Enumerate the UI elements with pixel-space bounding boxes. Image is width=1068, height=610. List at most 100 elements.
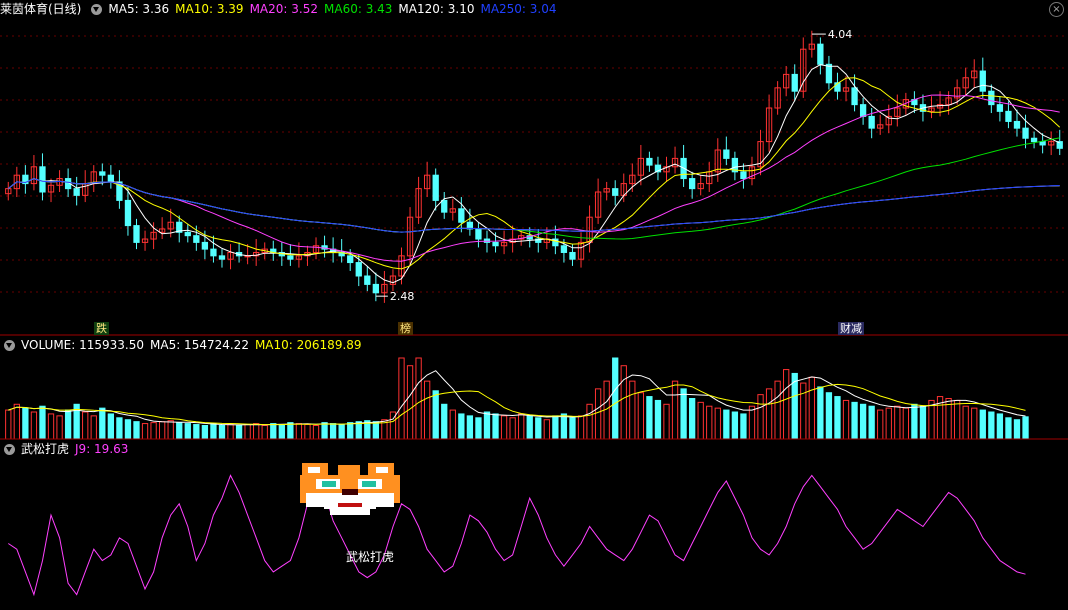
indicator-chart[interactable] xyxy=(0,440,1068,610)
volume-bar xyxy=(919,405,927,440)
volume-bar xyxy=(133,421,140,440)
volume-bar xyxy=(979,409,986,440)
volume-bar xyxy=(671,380,679,440)
volume-bar xyxy=(911,403,918,440)
tag-bang[interactable]: 榜 xyxy=(398,322,413,335)
volume-bar xyxy=(432,390,439,440)
candle-body xyxy=(791,73,798,92)
volume-bar xyxy=(338,424,345,440)
candle-body xyxy=(210,248,217,257)
candle-body xyxy=(133,225,140,243)
indicator-annotation: 武松打虎 xyxy=(346,550,395,564)
volume-bar xyxy=(347,422,354,440)
volume-bar xyxy=(586,403,593,440)
volume-bar xyxy=(458,413,465,440)
volume-bar xyxy=(124,419,132,440)
volume-bar xyxy=(808,376,815,440)
volume-bar xyxy=(971,407,978,440)
volume-bar xyxy=(885,407,892,440)
volume-bar xyxy=(141,423,149,440)
candle-body xyxy=(996,104,1004,112)
volume-bar xyxy=(518,413,525,440)
volume-bar xyxy=(654,399,662,440)
volume-bar xyxy=(740,413,747,440)
volume-bar xyxy=(842,399,850,440)
volume-bar xyxy=(894,405,901,440)
volume-bar xyxy=(834,396,841,440)
candle-body xyxy=(441,199,448,213)
volume-bar xyxy=(509,417,516,440)
volume-bar xyxy=(193,424,200,440)
candle-body xyxy=(723,149,730,159)
volume-bar xyxy=(30,411,38,440)
volume-bar xyxy=(475,417,482,440)
volume-bar xyxy=(304,424,311,440)
candle-body xyxy=(201,241,209,250)
volume-bar xyxy=(158,421,166,440)
candle-body xyxy=(184,231,191,237)
volume-bar xyxy=(714,407,721,440)
candle-body xyxy=(560,245,568,253)
volume-bar xyxy=(612,357,619,440)
volume-bar xyxy=(757,394,764,440)
volume-bar xyxy=(201,425,209,440)
volume-bar xyxy=(99,407,106,440)
volume-bar xyxy=(637,392,645,440)
volume-bar xyxy=(150,422,157,440)
candle-body xyxy=(492,241,499,247)
volume-bar xyxy=(372,421,380,440)
candle-body xyxy=(688,178,696,190)
volume-bar xyxy=(928,399,935,440)
tag-caijian[interactable]: 财减 xyxy=(838,322,864,335)
candle-body xyxy=(1039,141,1046,146)
volume-bar xyxy=(1022,416,1029,440)
volume-bar xyxy=(962,405,969,440)
candle-body xyxy=(1030,137,1038,143)
volume-bar xyxy=(688,398,696,440)
volume-bar xyxy=(706,405,713,440)
volume-bar xyxy=(22,407,29,440)
price-chart[interactable]: 4.04 2.48 xyxy=(0,0,1068,336)
volume-bar xyxy=(184,423,191,440)
high-label: 4.04 xyxy=(828,28,853,41)
volume-bar xyxy=(877,409,884,440)
volume-bar xyxy=(543,419,550,440)
volume-bar xyxy=(1005,417,1012,440)
tag-die[interactable]: 跌 xyxy=(94,322,109,335)
volume-bar xyxy=(774,380,781,440)
volume-bar xyxy=(500,415,508,440)
volume-chart[interactable] xyxy=(0,336,1068,440)
volume-bar xyxy=(765,388,773,440)
volume-bar xyxy=(329,423,337,440)
volume-bar xyxy=(47,413,55,440)
candle-body xyxy=(99,171,106,176)
volume-bar xyxy=(278,424,285,440)
volume-bar xyxy=(526,415,533,440)
ma120-line xyxy=(7,178,1060,233)
candle-body xyxy=(287,255,294,260)
candle-body xyxy=(218,255,226,260)
candle-body xyxy=(364,275,371,285)
volume-bar xyxy=(817,386,824,440)
volume-bar xyxy=(953,399,961,440)
candle-body xyxy=(355,262,362,277)
candle-body xyxy=(1005,110,1012,122)
volume-bar xyxy=(210,423,217,440)
candle-body xyxy=(859,104,867,117)
volume-bar xyxy=(398,357,405,440)
candle-body xyxy=(458,208,465,223)
candle-body xyxy=(347,255,354,264)
volume-bar xyxy=(441,403,448,440)
volume-bar xyxy=(646,396,653,440)
ma60-line xyxy=(7,137,1060,240)
volume-bar xyxy=(355,421,362,440)
volume-bar xyxy=(851,401,858,440)
volume-bar xyxy=(731,411,739,440)
j9-line xyxy=(8,468,1026,597)
volume-bar xyxy=(748,405,756,440)
tiger-icon xyxy=(300,463,400,515)
volume-bar xyxy=(295,423,303,440)
volume-bar xyxy=(253,423,260,440)
candle-body xyxy=(73,188,80,196)
volume-bar xyxy=(552,415,559,440)
